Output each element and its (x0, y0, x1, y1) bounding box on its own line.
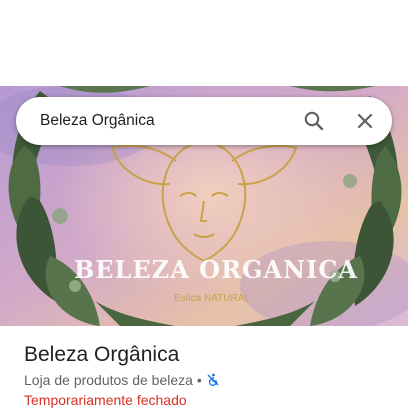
no-wheelchair-icon (206, 373, 220, 387)
status-text: Temporariamente fechado (24, 392, 187, 408)
search-bar (16, 97, 392, 145)
category-row: Loja de produtos de beleza • (24, 371, 394, 389)
place-category: Loja de produtos de beleza (24, 372, 193, 388)
search-input[interactable] (40, 109, 290, 133)
logo-title: BELEZA ORGANICA (74, 255, 358, 284)
place-page: BELEZA ORGANICA Estica NATURAL Beleza Or… (0, 0, 408, 410)
close-icon[interactable] (353, 109, 377, 133)
logo-subtitle: Estica NATURAL (174, 293, 250, 304)
separator: • (196, 372, 202, 388)
search-icon[interactable] (302, 109, 326, 133)
place-name[interactable]: Beleza Orgânica (24, 342, 394, 368)
place-info: Beleza Orgânica Loja de produtos de bele… (24, 342, 394, 409)
